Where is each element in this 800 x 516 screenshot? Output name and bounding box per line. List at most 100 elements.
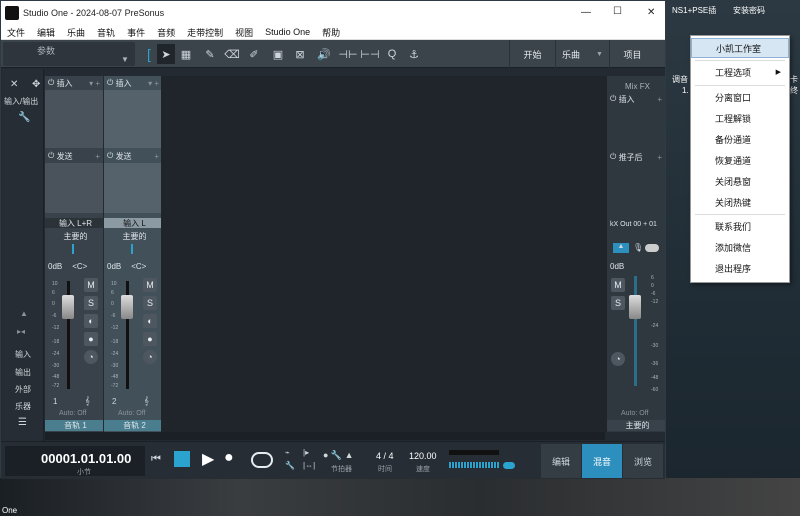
stop-button-icon[interactable] [174, 451, 190, 467]
punch-in-icon[interactable]: ⌁ [285, 448, 290, 457]
mixer-scrollbar[interactable] [45, 432, 605, 440]
volume-fader[interactable] [121, 295, 133, 319]
send-add-icon[interactable]: + [154, 152, 159, 161]
send-slot[interactable] [45, 163, 103, 213]
io-mode-label[interactable]: 输入/输出 [4, 96, 38, 107]
metronome-dot-icon[interactable]: ● 🔧 ▲ [323, 450, 354, 461]
mixfx-select[interactable]: Mix FX [607, 81, 665, 91]
menu-track[interactable]: 音轨 [91, 26, 121, 39]
rewind-to-start-icon[interactable]: ⏮ [151, 453, 161, 466]
bracket-icon[interactable]: [ [140, 44, 158, 64]
mute-button[interactable]: M [143, 278, 157, 292]
menu-item-detach-window[interactable]: 分离窗口 [691, 87, 789, 107]
track-name[interactable]: 音轨 1 [45, 420, 103, 431]
toggle-icon[interactable] [645, 244, 659, 252]
input-select[interactable]: 输入 L+R [45, 218, 103, 228]
master-panner-knob-icon[interactable]: ◔ [611, 352, 625, 366]
mic-icon[interactable]: 🎙 [633, 243, 643, 252]
input-select[interactable]: 输入 L [104, 218, 162, 228]
maximize-button[interactable]: ☐ [613, 6, 622, 17]
speaker-icon[interactable]: ▲ [613, 243, 629, 253]
master-name[interactable]: 主要的 [607, 420, 665, 431]
mute-tool-icon[interactable]: ⊠ [291, 44, 309, 64]
menu-edit[interactable]: 编辑 [31, 26, 61, 39]
insert-add-icon[interactable]: + [657, 95, 662, 104]
wrench-icon[interactable]: 🔧 [18, 112, 30, 123]
tempo-value[interactable]: 120.00 [409, 451, 437, 461]
range-tool-icon[interactable]: ▦ [177, 44, 195, 64]
pan-value[interactable]: <C> [72, 262, 87, 271]
song-button[interactable]: 乐曲 ▼ [555, 40, 609, 68]
start-button[interactable]: 开始 [509, 40, 555, 68]
split-tool-icon[interactable]: ▣ [269, 44, 287, 64]
zoom-tool-icon[interactable]: Q [383, 44, 401, 64]
speaker-tool-icon[interactable]: 🔊 [315, 44, 333, 64]
panel-item-output[interactable]: 输出 [2, 367, 44, 378]
close-panel-icon[interactable]: ✕ [10, 79, 18, 90]
range-icon[interactable]: |⇔| [303, 461, 315, 470]
send-slot[interactable] [104, 163, 162, 213]
panner-knob-icon[interactable]: ◔ [143, 350, 157, 364]
menu-file[interactable]: 文件 [1, 26, 31, 39]
eraser-tool-icon[interactable]: ⌫ [223, 44, 241, 64]
listen-tool-icon[interactable]: ⊢⊣ [360, 44, 379, 64]
track-name[interactable]: 音轨 2 [104, 420, 162, 431]
menu-item-exit[interactable]: 退出程序 [691, 258, 789, 278]
master-output-select[interactable]: kX Out 00 + 01 [607, 219, 665, 229]
menu-item-restore-channel[interactable]: 恢复通道 [691, 150, 789, 170]
menu-song[interactable]: 乐曲 [61, 26, 91, 39]
expand-up-icon[interactable]: ▲ [20, 309, 28, 318]
panel-item-instrument[interactable]: 乐器 [2, 401, 44, 412]
solo-button[interactable]: S [143, 296, 157, 310]
insert-add-icon[interactable]: ▾ + [89, 79, 100, 88]
menu-event[interactable]: 事件 [121, 26, 151, 39]
pin-icon[interactable]: ✥ [32, 79, 40, 90]
waveform-icon[interactable]: 𝄞 [85, 396, 90, 406]
insert-add-icon[interactable]: ▾ + [148, 79, 159, 88]
menu-audio[interactable]: 音频 [151, 26, 181, 39]
record-button-icon[interactable]: ● [143, 332, 157, 346]
master-mute-button[interactable]: M [611, 278, 625, 292]
send-add-icon[interactable]: + [95, 152, 100, 161]
menu-item-unlock-project[interactable]: 工程解锁 [691, 108, 789, 128]
output-select[interactable]: 主要的 [104, 231, 162, 241]
browse-view-button[interactable]: 浏览 [623, 444, 663, 478]
insert-slot[interactable] [104, 90, 162, 148]
position-display[interactable]: 00001.01.01.00 小节 [5, 446, 145, 476]
panner-knob-icon[interactable]: ◔ [84, 350, 98, 364]
monitor-button-icon[interactable]: ◐ [143, 314, 157, 328]
master-volume-fader[interactable] [629, 295, 641, 319]
waveform-icon[interactable]: 𝄞 [144, 396, 149, 406]
menu-item-add-wechat[interactable]: 添加微信 [691, 237, 789, 257]
insert-slot[interactable] [45, 90, 103, 148]
menu-item-close-floating[interactable]: 关闭悬窗 [691, 171, 789, 191]
menu-item-backup-channel[interactable]: 备份通道 [691, 129, 789, 149]
volume-fader[interactable] [62, 295, 74, 319]
menu-transport[interactable]: 走带控制 [181, 26, 229, 39]
record-button-icon[interactable]: ● [224, 449, 234, 467]
pencil-tool-icon[interactable]: ✎ [201, 44, 219, 64]
paint-tool-icon[interactable]: ✐ [245, 44, 263, 64]
wrench-small-icon[interactable]: 🔧 [285, 461, 295, 470]
bend-tool-icon[interactable]: ⊣⊢ [338, 44, 357, 64]
menu-item-project-options[interactable]: 工程选项 ▶ [691, 62, 789, 82]
panel-item-external[interactable]: 外部 [2, 384, 44, 395]
edit-view-button[interactable]: 编辑 [541, 444, 581, 478]
master-solo-button[interactable]: S [611, 296, 625, 310]
expand-side-icon[interactable]: ▸◂ [17, 327, 25, 336]
solo-button[interactable]: S [84, 296, 98, 310]
menu-help[interactable]: 帮助 [316, 26, 346, 39]
params-box[interactable]: 参数 ▼ [3, 42, 135, 66]
arrow-tool-icon[interactable]: ➤ [157, 44, 175, 64]
record-button-icon[interactable]: ● [84, 332, 98, 346]
output-select[interactable]: 主要的 [45, 231, 103, 241]
mute-button[interactable]: M [84, 278, 98, 292]
mix-view-button[interactable]: 混音 [582, 444, 622, 478]
menu-studio-one[interactable]: Studio One [259, 27, 316, 37]
play-button-icon[interactable]: ▶ [202, 449, 214, 469]
menu-item-studio[interactable]: 小凯工作室 [691, 38, 789, 58]
anchor-tool-icon[interactable]: ⚓ [405, 44, 423, 64]
meter-toggle-icon[interactable] [503, 462, 515, 469]
automation-mode[interactable]: Auto: Off [59, 410, 87, 417]
project-button[interactable]: 项目 [609, 40, 655, 68]
